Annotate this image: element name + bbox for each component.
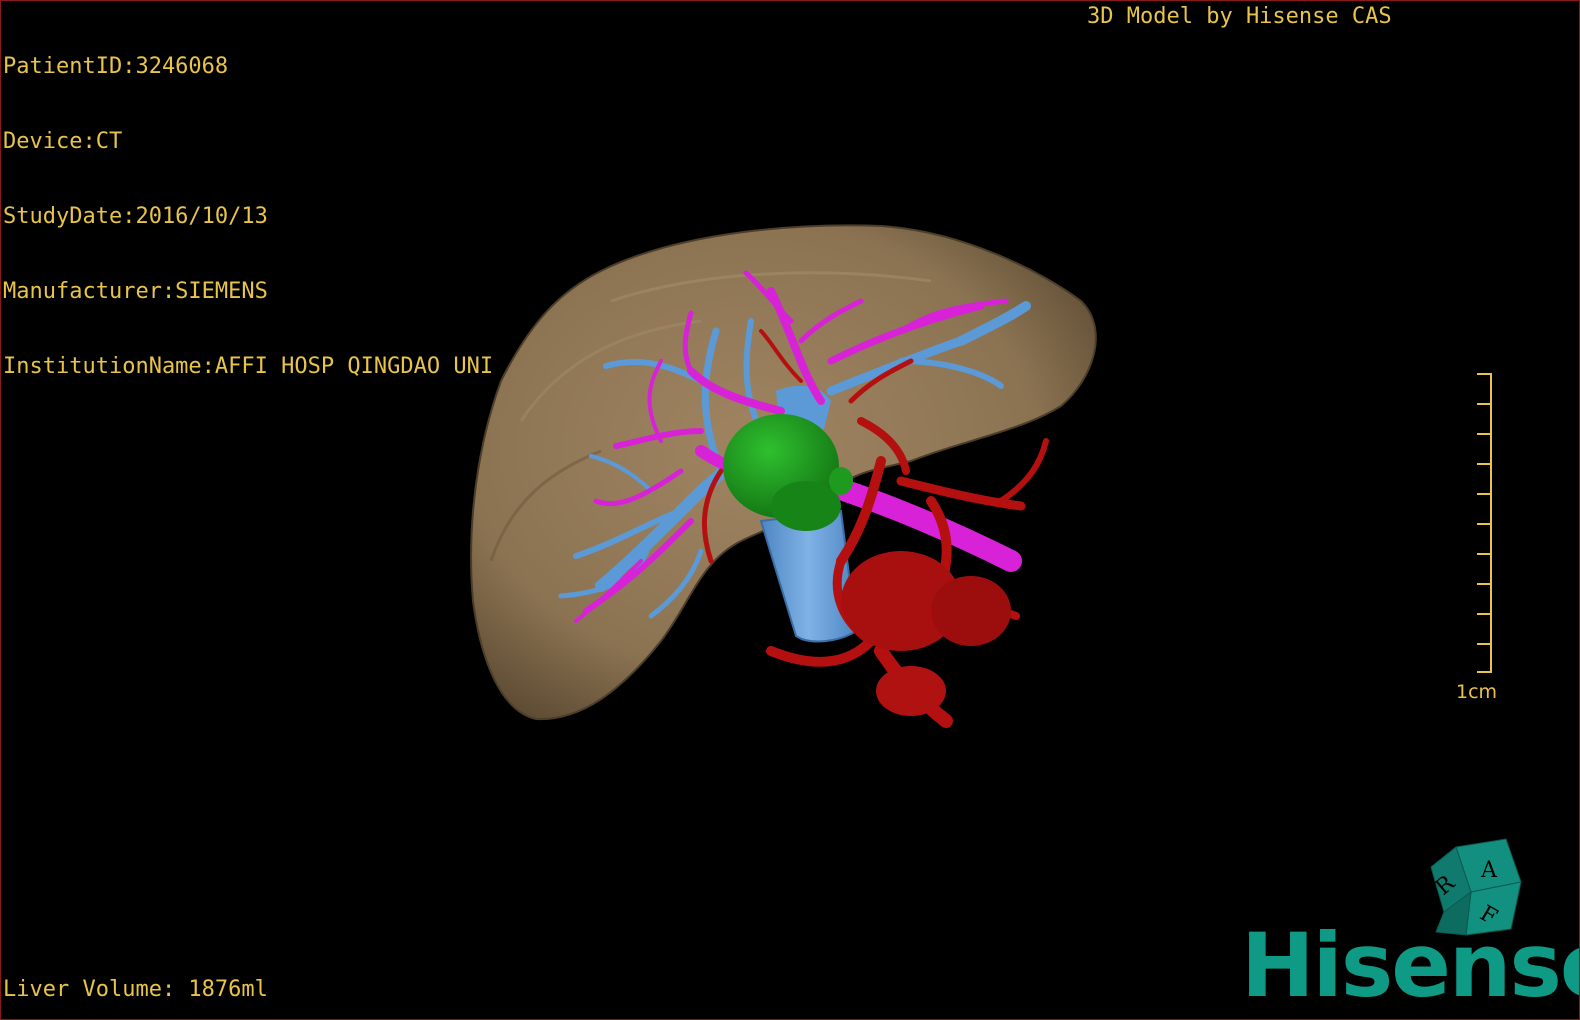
scale-label: 1cm bbox=[1456, 681, 1498, 703]
patient-id: PatientID:3246068 bbox=[3, 54, 229, 79]
scale-bar bbox=[1477, 373, 1492, 673]
hisense-logo: Hisense bbox=[1241, 914, 1580, 1017]
3d-viewport[interactable]: PatientID:3246068 Device:CT StudyDate:20… bbox=[0, 0, 1580, 1020]
model-label: 3D Model by Hisense CAS bbox=[1087, 4, 1392, 29]
institution-name: InstitutionName:AFFI HOSP QINGDAO UNI bbox=[3, 354, 494, 379]
cube-face-a: A bbox=[1480, 858, 1498, 883]
liver-volume: Liver Volume: 1876ml bbox=[3, 977, 268, 1002]
device: Device:CT bbox=[3, 129, 123, 154]
manufacturer: Manufacturer:SIEMENS bbox=[3, 279, 268, 304]
study-info-panel: PatientID:3246068 Device:CT StudyDate:20… bbox=[3, 4, 493, 429]
study-date: StudyDate:2016/10/13 bbox=[3, 204, 268, 229]
